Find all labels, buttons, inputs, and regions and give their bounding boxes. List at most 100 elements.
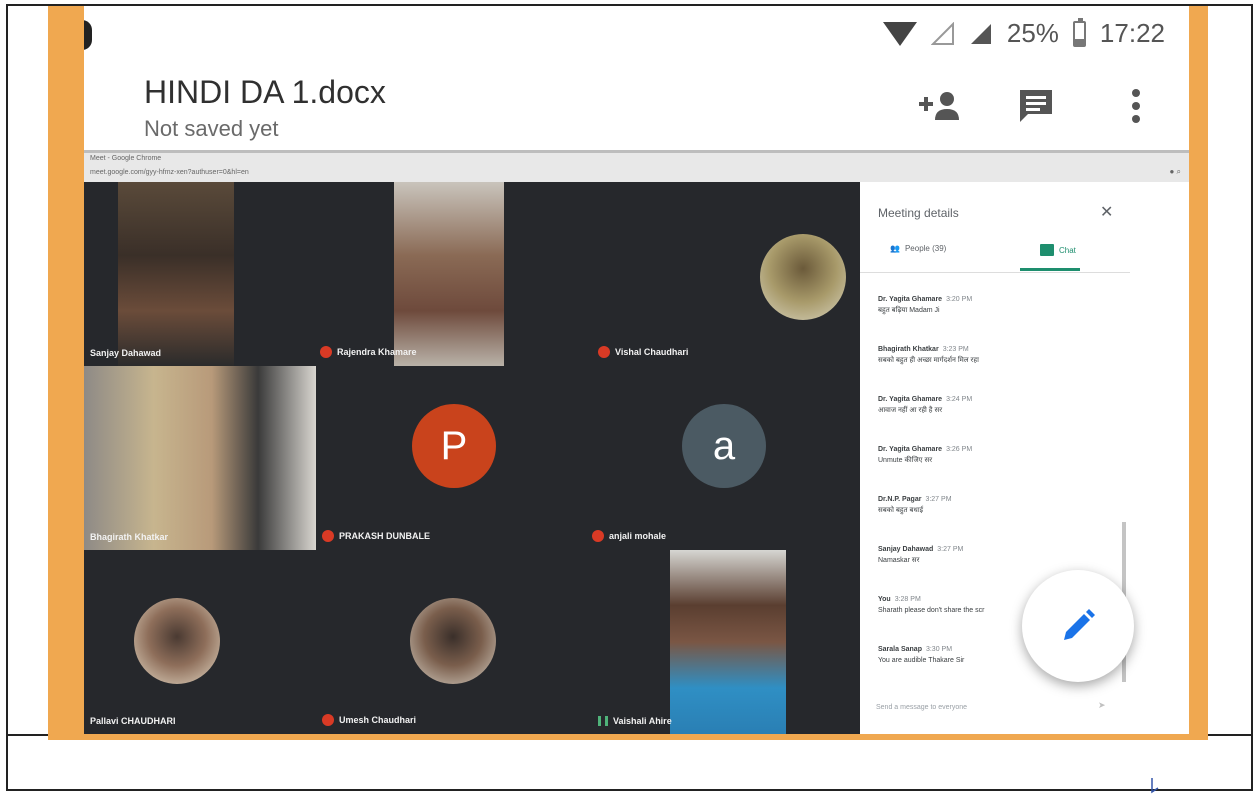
chat-text: Sharath please don't share the scr [878, 607, 985, 614]
participant-video [84, 366, 316, 550]
participant-avatar [760, 234, 846, 320]
status-bar: 25% 17:22 [84, 6, 1189, 58]
chat-sender: Dr. Yagita Ghamare [878, 396, 943, 403]
chat-time: 3:27 PM [937, 546, 964, 553]
participant-avatar [134, 598, 220, 684]
panel-title: Meeting details [878, 206, 959, 220]
participant-name: Vaishali Ahire [598, 716, 672, 726]
chat-time: 3:24 PM [946, 396, 973, 403]
browser-url: meet.google.com/gyy-hfmz-xen?authuser=0&… [90, 169, 249, 176]
tab-chat[interactable]: Chat [1040, 244, 1076, 256]
participant-tile[interactable]: Rajendra Khamare [234, 182, 506, 366]
participant-video [118, 182, 234, 366]
wifi-icon [882, 21, 917, 46]
comment-icon[interactable] [1014, 84, 1058, 128]
name-label: Umesh Chaudhari [339, 715, 417, 725]
chat-time: 3:20 PM [946, 296, 973, 303]
chat-time: 3:26 PM [946, 446, 973, 453]
chat-message: Dr. Yagita Ghamare 3:26 PM Unmute कीजिए स… [878, 444, 1108, 466]
chat-sender: Bhagirath Khatkar [878, 346, 939, 353]
chat-text: You are audible Thakare Sir [878, 657, 965, 664]
participant-name: Vishal Chaudhari [598, 346, 688, 358]
browser-controls: ● ⌕ [1169, 167, 1181, 176]
chat-text: Unmute कीजिए सर [878, 457, 933, 464]
chat-time: 3:28 PM [894, 596, 921, 603]
document-title: HINDI DA 1.docx [144, 74, 386, 110]
chat-time: 3:23 PM [942, 346, 969, 353]
mic-off-icon [598, 346, 610, 358]
meeting-details-panel: Meeting details ✕ 👥 People (39) Chat Dr.… [860, 182, 1189, 734]
name-label: Bhagirath Khatkar [90, 532, 169, 542]
divider [860, 272, 1130, 273]
participant-tile[interactable]: Vaishali Ahire [586, 550, 860, 734]
chat-text: सबको बहुत ही अच्छा मार्गदर्शन मिल रहा [878, 357, 979, 364]
participant-name: PRAKASH DUNBALE [322, 530, 430, 542]
mic-off-icon [592, 530, 604, 542]
participant-name: anjali mohale [592, 530, 666, 542]
chat-sender: Dr.N.P. Pagar [878, 496, 922, 503]
chat-message: Bhagirath Khatkar 3:23 PM सबको बहुत ही अच… [878, 344, 1108, 366]
tab-people-label: People (39) [904, 244, 947, 253]
close-icon[interactable]: ✕ [1100, 202, 1113, 222]
participant-avatar: P [412, 404, 496, 488]
name-label: Vishal Chaudhari [615, 347, 689, 357]
chat-sender: Sarala Sanap [878, 646, 922, 653]
chat-input[interactable]: Send a message to everyone [876, 704, 967, 711]
name-label: Pallavi CHAUDHARI [90, 716, 176, 726]
add-person-icon[interactable] [919, 84, 963, 128]
chat-message: Sanjay Dahawad 3:27 PM Namaskar सर [878, 544, 1108, 566]
name-label: anjali mohale [609, 531, 667, 541]
tab-indicator [1020, 268, 1080, 271]
app-header: HINDI DA 1.docx Not saved yet [84, 58, 1189, 150]
chat-message: Dr. Yagita Ghamare 3:24 PM आवाज नहीं आ रह… [878, 394, 1108, 416]
mic-on-icon [598, 716, 608, 726]
participant-name: Pallavi CHAUDHARI [90, 716, 176, 726]
participant-tile[interactable]: Umesh Chaudhari [316, 550, 586, 734]
signal-empty-icon [930, 21, 955, 46]
chat-time: 3:30 PM [925, 646, 953, 653]
browser-bar: Meet - Google Chrome meet.google.com/gyy… [84, 150, 1189, 182]
chat-message: Dr.N.P. Pagar 3:27 PM सबको बहुत बधाई [878, 494, 1108, 516]
tab-people[interactable]: 👥 People (39) [890, 244, 946, 253]
chat-sender: Dr. Yagita Ghamare [878, 446, 943, 453]
participant-tile[interactable]: Bhagirath Khatkar [84, 366, 316, 550]
chat-sender: You [878, 596, 891, 603]
participant-name: Umesh Chaudhari [322, 714, 416, 726]
participant-tile[interactable]: Vishal Chaudhari [504, 182, 860, 366]
camera-notch [84, 20, 92, 50]
participant-name: Bhagirath Khatkar [90, 532, 168, 542]
mic-off-icon [322, 714, 334, 726]
participant-tile[interactable]: Pallavi CHAUDHARI [84, 550, 316, 734]
tab-chat-label: Chat [1059, 245, 1076, 255]
name-label: Rajendra Khamare [337, 347, 417, 357]
name-label: Sanjay Dahawad [90, 348, 162, 358]
send-icon[interactable]: ➤ [1098, 700, 1106, 711]
chat-time: 3:27 PM [925, 496, 952, 503]
clock: 17:22 [1099, 18, 1165, 48]
participant-tile[interactable]: Sanjay Dahawad [84, 182, 234, 366]
meet-screenshot[interactable]: Meet - Google Chrome meet.google.com/gyy… [84, 150, 1189, 734]
chat-text: आवाज नहीं आ रही है सर [878, 407, 943, 414]
name-label: PRAKASH DUNBALE [339, 531, 431, 541]
cursor-icon [1151, 778, 1159, 794]
participant-video [394, 182, 506, 366]
battery-icon [1072, 17, 1086, 47]
chat-sender: Sanjay Dahawad [878, 546, 934, 553]
participant-name: Rajendra Khamare [320, 346, 417, 358]
chat-text: Namaskar सर [878, 557, 920, 564]
mic-off-icon [320, 346, 332, 358]
more-vert-icon[interactable] [1114, 84, 1158, 128]
chat-sender: Dr. Yagita Ghamare [878, 296, 943, 303]
participant-tile[interactable]: P PRAKASH DUNBALE [316, 366, 586, 550]
participant-name: Sanjay Dahawad [90, 348, 161, 358]
battery-percent: 25% [1006, 18, 1059, 48]
browser-title: Meet - Google Chrome [90, 155, 162, 162]
participant-video [670, 550, 786, 734]
edit-fab-button[interactable] [1022, 570, 1134, 682]
participant-avatar: a [682, 404, 766, 488]
chat-text: सबको बहुत बधाई [878, 507, 924, 514]
participant-tile[interactable]: a anjali mohale [586, 366, 860, 550]
chat-message: Dr. Yagita Ghamare 3:20 PM बहुत बढ़िया Ma… [878, 294, 1108, 316]
name-label: Vaishali Ahire [613, 716, 672, 726]
people-icon: 👥 [890, 244, 900, 253]
